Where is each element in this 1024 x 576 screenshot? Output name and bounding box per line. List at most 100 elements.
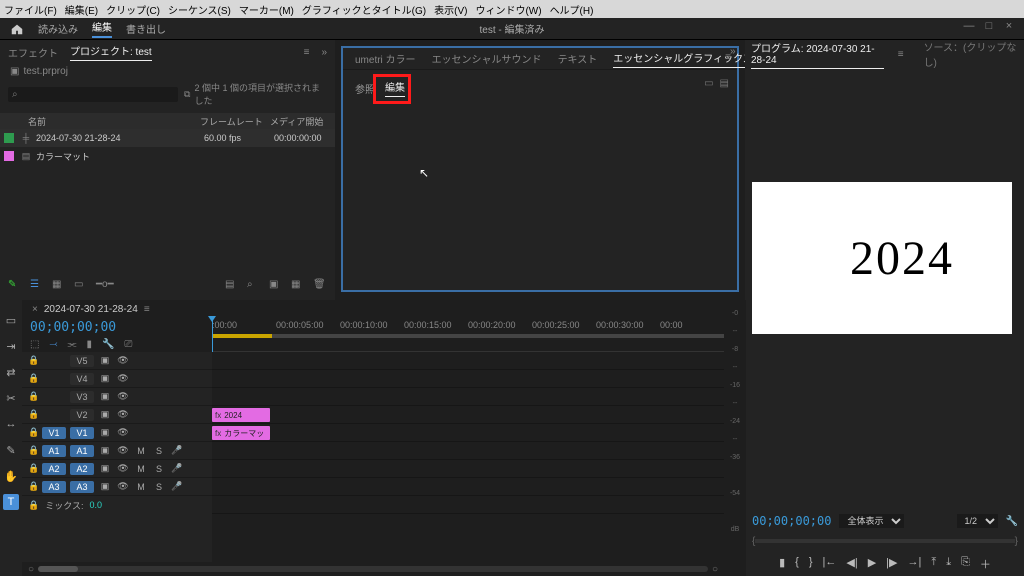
toggle-output-icon[interactable]: ▣: [98, 463, 112, 474]
new-icon[interactable]: ▦: [291, 279, 305, 293]
new-bin-icon[interactable]: ▣: [269, 279, 283, 293]
mute-icon[interactable]: M: [134, 464, 148, 474]
menu-window[interactable]: ウィンドウ(W): [475, 2, 541, 17]
tab-sound[interactable]: エッセンシャルサウンド: [432, 51, 542, 66]
snap-icon[interactable]: ⤙: [49, 339, 57, 350]
lock-icon[interactable]: 🔒: [28, 373, 38, 384]
eye-icon[interactable]: 👁: [116, 391, 130, 402]
settings-icon[interactable]: 🔧: [1006, 516, 1018, 527]
track-header-v4[interactable]: 🔒V4▣👁: [22, 370, 212, 388]
mute-icon[interactable]: M: [134, 482, 148, 492]
step-back-icon[interactable]: ◀|: [846, 556, 857, 572]
zoom-thumb[interactable]: [38, 566, 78, 572]
playhead-timecode[interactable]: 00;00;00;00: [30, 320, 204, 335]
eye-icon[interactable]: 👁: [116, 463, 130, 474]
lock-icon[interactable]: 🔒: [28, 409, 38, 420]
track-target[interactable]: V5: [70, 355, 94, 367]
menu-marker[interactable]: マーカー(M): [239, 2, 294, 17]
col-mediastart[interactable]: メディア開始: [270, 115, 330, 128]
menu-graphics[interactable]: グラフィックとタイトル(G): [302, 2, 426, 17]
timeline-zoom-scroll[interactable]: ○ ○: [22, 562, 724, 576]
filter-icon[interactable]: ⧉: [184, 89, 190, 100]
new-item-icon[interactable]: ▤: [225, 279, 239, 293]
track-target[interactable]: V1: [70, 427, 94, 439]
resolution-select[interactable]: 1/2: [957, 514, 998, 528]
marker-icon[interactable]: ▮: [86, 339, 92, 350]
lock-icon[interactable]: 🔒: [28, 463, 38, 474]
lane-a1[interactable]: [212, 442, 724, 460]
tab-source[interactable]: ソース：(クリップなし): [924, 39, 1018, 69]
lane-v5[interactable]: [212, 352, 724, 370]
mic-icon[interactable]: 🎤: [170, 463, 184, 474]
razor-tool-icon[interactable]: ✂: [3, 390, 19, 406]
close-icon[interactable]: ×: [1000, 18, 1018, 34]
solo-icon[interactable]: S: [152, 464, 166, 474]
project-row-sequence[interactable]: ╪ 2024-07-30 21-28-24 60.00 fps 00:00:00…: [0, 129, 335, 147]
tab-project[interactable]: プロジェクト: test: [70, 43, 152, 61]
button-editor-icon[interactable]: ＋: [980, 556, 991, 572]
work-area-bar[interactable]: [212, 334, 272, 338]
selection-tool-icon[interactable]: ▭: [3, 312, 19, 328]
add-marker-icon[interactable]: ▮: [779, 556, 785, 572]
source-patch[interactable]: A3: [42, 481, 66, 493]
track-select-tool-icon[interactable]: ⇥: [3, 338, 19, 354]
caption-icon[interactable]: ⎚: [124, 339, 132, 350]
toggle-output-icon[interactable]: ▣: [98, 409, 112, 420]
tab-effects[interactable]: エフェクト: [8, 45, 58, 60]
tab-text[interactable]: テキスト: [558, 51, 598, 66]
menu-clip[interactable]: クリップ(C): [106, 2, 160, 17]
toggle-output-icon[interactable]: ▣: [98, 391, 112, 402]
zoom-slider[interactable]: ━o━: [96, 279, 110, 293]
settings-icon[interactable]: 🔧: [102, 339, 114, 350]
panel-chevron-icon[interactable]: »: [730, 46, 736, 57]
hand-tool-icon[interactable]: ✋: [3, 468, 19, 484]
play-icon[interactable]: ▶: [868, 556, 876, 572]
lane-v3[interactable]: [212, 388, 724, 406]
export-frame-icon[interactable]: ⎘: [961, 556, 970, 572]
lock-icon[interactable]: 🔒: [28, 481, 38, 492]
lock-icon[interactable]: 🔒: [28, 427, 38, 438]
track-target[interactable]: V2: [70, 409, 94, 421]
program-preview[interactable]: 2024: [752, 182, 1012, 334]
in-point-icon[interactable]: {: [795, 556, 799, 572]
step-fwd-icon[interactable]: |▶: [886, 556, 897, 572]
minimize-icon[interactable]: —: [960, 18, 978, 34]
menu-help[interactable]: ヘルプ(H): [550, 2, 594, 17]
mix-value[interactable]: 0.0: [89, 500, 102, 510]
toggle-output-icon[interactable]: ▣: [98, 373, 112, 384]
program-scrubber[interactable]: {}: [752, 534, 1018, 548]
workspace-import[interactable]: 読み込み: [38, 21, 78, 36]
slip-tool-icon[interactable]: ↔: [3, 416, 19, 432]
track-header-a1[interactable]: 🔒A1A1▣👁MS🎤: [22, 442, 212, 460]
lane-v4[interactable]: [212, 370, 724, 388]
mute-icon[interactable]: M: [134, 446, 148, 456]
workspace-edit[interactable]: 編集: [92, 19, 112, 38]
source-patch[interactable]: A1: [42, 445, 66, 457]
workspace-export[interactable]: 書き出し: [126, 21, 166, 36]
project-row-matte[interactable]: ▤ カラーマット: [0, 147, 335, 165]
search-input[interactable]: [8, 87, 178, 102]
tab-program[interactable]: プログラム: 2024-07-30 21-28-24: [751, 40, 884, 69]
col-name[interactable]: 名前: [0, 115, 200, 128]
solo-icon[interactable]: S: [152, 482, 166, 492]
nest-icon[interactable]: ⬚: [30, 339, 39, 350]
panel-menu-icon[interactable]: ≡: [304, 47, 310, 58]
menu-edit[interactable]: 編集(E): [65, 2, 98, 17]
lift-icon[interactable]: ⤒: [931, 556, 936, 572]
layer-panel-icon[interactable]: ▭: [704, 78, 713, 89]
eye-icon[interactable]: 👁: [116, 427, 130, 438]
track-header-v2[interactable]: 🔒V2▣👁: [22, 406, 212, 424]
home-icon[interactable]: [10, 22, 24, 36]
track-header-v5[interactable]: 🔒V5▣👁: [22, 352, 212, 370]
lock-icon[interactable]: 🔒: [28, 500, 39, 511]
source-patch[interactable]: V1: [42, 427, 66, 439]
lane-v2[interactable]: fx2024: [212, 406, 724, 424]
go-out-icon[interactable]: →|: [908, 556, 922, 572]
time-ruler[interactable]: :00:0000:00:05:0000:00:10:0000:00:15:000…: [212, 318, 724, 352]
track-target[interactable]: A3: [70, 481, 94, 493]
mic-icon[interactable]: 🎤: [170, 445, 184, 456]
track-target[interactable]: A1: [70, 445, 94, 457]
search-icon[interactable]: ⌕: [247, 279, 261, 293]
col-framerate[interactable]: フレームレート: [200, 115, 270, 128]
go-in-icon[interactable]: |←: [823, 556, 837, 572]
